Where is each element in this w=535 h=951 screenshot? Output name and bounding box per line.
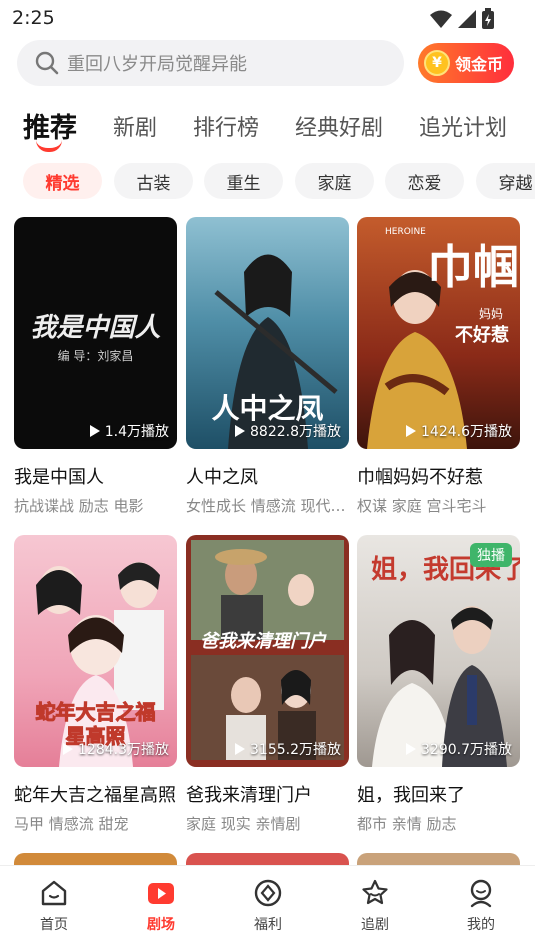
theater-icon: [148, 883, 174, 904]
card-title: 我是中国人: [14, 467, 104, 488]
nav-profile-label: 我的: [467, 917, 495, 933]
drama-card[interactable]: 爸我来清理门户 3155.2万播放 爸我来清理门户 家庭 现实 亲情剧: [186, 535, 349, 834]
home-icon: [41, 880, 67, 906]
card-tags: 都市 亲情 励志: [357, 815, 457, 833]
tab-new[interactable]: 新剧: [113, 110, 157, 142]
play-count-text: 1284.3万播放: [78, 742, 169, 758]
poster-credit: 编 导：刘家昌: [57, 349, 134, 363]
search-input[interactable]: 重回八岁开局觉醒异能: [17, 40, 404, 86]
chip-costume[interactable]: 古装: [114, 163, 193, 199]
poster-image[interactable]: 我是中国人 编 导：刘家昌 1.4万播放: [14, 217, 177, 449]
card-title: 人中之凤: [186, 467, 258, 488]
play-count-text: 3155.2万播放: [250, 742, 341, 758]
status-bar: 2:25: [0, 0, 535, 36]
play-icon: [89, 425, 100, 437]
nav-welfare-label: 福利: [254, 917, 282, 933]
card-title: 姐，我回来了: [357, 785, 465, 806]
card-tags: 家庭 现实 亲情剧: [186, 815, 301, 833]
exclusive-badge: 独播: [470, 543, 512, 567]
nav-welfare[interactable]: 福利: [238, 878, 298, 934]
battery-icon: [482, 8, 494, 29]
follow-icon: [362, 879, 388, 905]
nav-theater-label: 剧场: [147, 917, 175, 933]
poster-image[interactable]: 姐，我回来了 独播 3290.7万播放: [357, 535, 520, 767]
play-icon: [406, 743, 416, 755]
status-icons: [429, 8, 495, 30]
play-count: 1.4万播放: [89, 421, 169, 441]
play-icon: [235, 425, 245, 437]
nav-follow-label: 追剧: [361, 917, 389, 933]
tab-ranking[interactable]: 排行榜: [193, 110, 259, 142]
tab-spotlight[interactable]: 追光计划: [419, 110, 507, 142]
chip-featured[interactable]: 精选: [23, 163, 102, 199]
card-title: 巾帼妈妈不好惹: [357, 467, 483, 488]
play-count: 3290.7万播放: [406, 739, 512, 759]
drama-card[interactable]: HEROINE 巾帼 妈妈 不好惹 1424.6万播放 巾帼妈妈不好惹 权谋 家…: [357, 217, 520, 516]
card-tags: 女性成长 情感流 现代言情: [186, 497, 349, 515]
play-count: 3155.2万播放: [235, 739, 341, 759]
play-count-text: 1.4万播放: [104, 424, 169, 440]
card-title: 爸我来清理门户: [186, 785, 312, 806]
drama-card[interactable]: 蛇年大吉之福星高照 1284.3万播放 蛇年大吉之福星高照 马甲 情感流 甜宠: [14, 535, 177, 834]
play-icon: [406, 425, 416, 437]
card-tags: 抗战谍战 励志 电影: [14, 497, 144, 515]
play-count: 8822.8万播放: [235, 421, 341, 441]
play-icon: [63, 743, 73, 755]
drama-card[interactable]: 我是中国人 编 导：刘家昌 1.4万播放 我是中国人 抗战谍战 励志 电影: [14, 217, 177, 516]
poster-heroine: HEROINE: [385, 227, 426, 237]
welfare-icon: [254, 879, 282, 907]
card-title: 蛇年大吉之福星高照: [14, 785, 176, 806]
genre-chips: 精选 古装 重生 家庭 恋爱 穿越: [0, 163, 535, 199]
nav-home[interactable]: 首页: [24, 878, 84, 934]
poster-title: 爸我来清理门户: [200, 631, 326, 652]
play-count: 1424.6万播放: [406, 421, 512, 441]
play-count-text: 1424.6万播放: [421, 424, 512, 440]
card-tags: 马甲 情感流 甜宠: [14, 815, 129, 833]
signal-icon: [458, 10, 476, 28]
poster-title: 巾帼: [427, 240, 519, 294]
collect-coins-button[interactable]: ¥ 领金币: [418, 43, 514, 83]
card-tags: 权谋 家庭 宫斗宅斗: [357, 497, 487, 515]
play-icon: [235, 743, 245, 755]
poster-image[interactable]: 爸我来清理门户 3155.2万播放: [186, 535, 349, 767]
chip-time-travel[interactable]: 穿越: [476, 163, 535, 199]
drama-card[interactable]: 人中之凤 8822.8万播放 人中之凤 女性成长 情感流 现代言情: [186, 217, 349, 516]
search-icon: [35, 51, 59, 75]
nav-home-label: 首页: [40, 917, 68, 933]
status-time: 2:25: [12, 7, 55, 29]
play-count-text: 8822.8万播放: [250, 424, 341, 440]
poster-image[interactable]: 人中之凤 8822.8万播放: [186, 217, 349, 449]
play-count: 1284.3万播放: [63, 739, 169, 759]
tab-classics[interactable]: 经典好剧: [295, 110, 383, 142]
chip-rebirth[interactable]: 重生: [204, 163, 283, 199]
profile-icon: [470, 879, 492, 908]
poster-image[interactable]: 蛇年大吉之福星高照 1284.3万播放: [14, 535, 177, 767]
nav-follow[interactable]: 追剧: [345, 878, 405, 934]
nav-theater[interactable]: 剧场: [131, 878, 191, 934]
nav-profile[interactable]: 我的: [451, 878, 511, 934]
poster-sub: 不好惹: [455, 325, 509, 346]
category-tabs: 推荐 新剧 排行榜 经典好剧 追光计划: [0, 104, 535, 152]
poster-title: 我是中国人: [30, 313, 161, 343]
chip-romance[interactable]: 恋爱: [385, 163, 464, 199]
bottom-nav: 首页 剧场 福利 追剧 我的: [0, 865, 535, 951]
coin-icon: ¥: [424, 50, 450, 76]
wifi-icon: [430, 10, 452, 28]
poster-image[interactable]: HEROINE 巾帼 妈妈 不好惹 1424.6万播放: [357, 217, 520, 449]
play-count-text: 3290.7万播放: [421, 742, 512, 758]
chip-family[interactable]: 家庭: [295, 163, 374, 199]
poster-small: 妈妈: [479, 307, 504, 321]
search-placeholder: 重回八岁开局觉醒异能: [67, 54, 247, 75]
drama-card[interactable]: 姐，我回来了 独播 3290.7万播放 姐，我回来了 都市 亲情 励志: [357, 535, 520, 834]
collect-coins-label: 领金币: [455, 55, 504, 74]
